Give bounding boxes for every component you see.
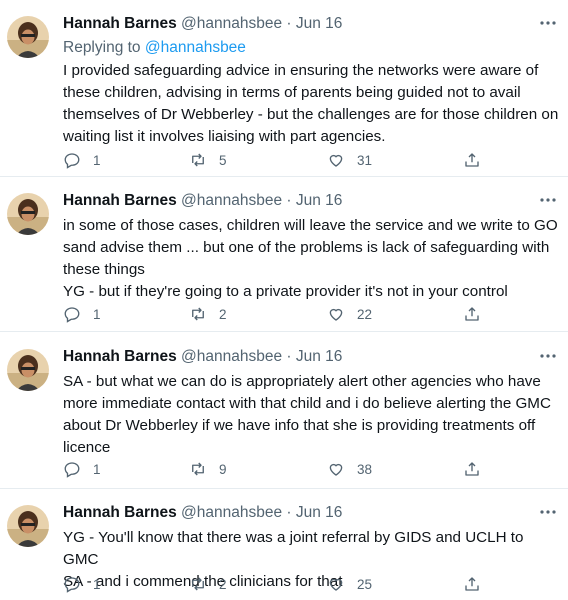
tweet-actions: 1 9 38 <box>63 459 563 479</box>
reply-count: 1 <box>93 576 101 592</box>
retweet-icon <box>192 153 204 167</box>
reply-button[interactable]: 1 <box>63 574 101 594</box>
tweet-actions: 1 5 31 <box>63 150 563 170</box>
reply-count: 1 <box>93 461 101 477</box>
replying-to: Replying to @hannahsbee <box>63 37 246 59</box>
like-count: 25 <box>357 576 373 592</box>
author-meta: @hannahsbee · Jun 16 <box>181 348 343 365</box>
avatar[interactable] <box>7 505 49 547</box>
more-icon[interactable] <box>538 347 558 365</box>
tweet-text: I provided safeguarding advice in ensuri… <box>63 62 559 145</box>
tweet-header: Hannah Barnes @hannahsbee · Jun 16 <box>63 346 342 368</box>
avatar[interactable] <box>7 349 49 391</box>
retweet-button[interactable]: 2 <box>189 574 227 594</box>
like-button[interactable]: 38 <box>327 459 372 479</box>
avatar[interactable] <box>7 193 49 235</box>
retweet-count: 9 <box>219 461 227 477</box>
reply-icon <box>64 462 80 478</box>
more-icon[interactable] <box>538 191 558 209</box>
reply-button[interactable]: 1 <box>63 150 101 170</box>
author-name[interactable]: Hannah Barnes <box>63 348 177 365</box>
share-icon <box>465 307 479 321</box>
reply-icon <box>64 153 80 169</box>
tweet-actions: 1 2 22 <box>63 304 563 324</box>
author-meta: @hannahsbee · Jun 16 <box>181 192 343 209</box>
like-button[interactable]: 22 <box>327 304 372 324</box>
like-count: 31 <box>357 152 373 168</box>
reply-count: 1 <box>93 306 101 322</box>
reply-icon <box>64 577 80 593</box>
tweet-thread: Hannah Barnes @hannahsbee · Jun 16 Reply… <box>0 0 568 600</box>
share-icon <box>465 462 479 476</box>
more-icon[interactable] <box>538 14 558 32</box>
share-button[interactable] <box>463 574 493 594</box>
like-button[interactable]: 31 <box>327 150 372 170</box>
tweet-header: Hannah Barnes @hannahsbee · Jun 16 <box>63 13 342 35</box>
avatar[interactable] <box>7 16 49 58</box>
tweet[interactable]: Hannah Barnes @hannahsbee · Jun 16 Reply… <box>0 0 568 175</box>
author-name[interactable]: Hannah Barnes <box>63 504 177 521</box>
tweet[interactable]: Hannah Barnes @hannahsbee · Jun 16 YG - … <box>0 489 568 600</box>
tweet-text: in some of those cases, children will le… <box>63 217 558 300</box>
replying-to-handle[interactable]: @hannahsbee <box>145 39 246 56</box>
author-name[interactable]: Hannah Barnes <box>63 15 177 32</box>
tweet-text: SA - but what we can do is appropriately… <box>63 373 551 456</box>
reply-button[interactable]: 1 <box>63 459 101 479</box>
more-icon[interactable] <box>538 503 558 521</box>
retweet-icon <box>192 577 204 591</box>
share-button[interactable] <box>463 304 493 324</box>
reply-icon <box>64 307 80 323</box>
like-button[interactable]: 25 <box>327 574 372 594</box>
retweet-icon <box>192 462 204 476</box>
like-icon <box>329 154 343 167</box>
replying-to-label: Replying to <box>63 39 145 56</box>
tweet-actions: 1 2 25 <box>63 574 563 594</box>
retweet-button[interactable]: 9 <box>189 459 227 479</box>
like-count: 38 <box>357 461 373 477</box>
like-icon <box>329 578 343 591</box>
author-meta: @hannahsbee · Jun 16 <box>181 504 343 521</box>
retweet-count: 2 <box>219 306 227 322</box>
share-icon <box>465 153 479 167</box>
retweet-button[interactable]: 5 <box>189 150 227 170</box>
share-button[interactable] <box>463 459 493 479</box>
author-name[interactable]: Hannah Barnes <box>63 192 177 209</box>
like-count: 22 <box>357 306 373 322</box>
retweet-count: 5 <box>219 152 227 168</box>
like-icon <box>329 308 343 321</box>
tweet-divider <box>0 331 568 332</box>
retweet-button[interactable]: 2 <box>189 304 227 324</box>
share-icon <box>465 577 479 591</box>
tweet[interactable]: Hannah Barnes @hannahsbee · Jun 16 in so… <box>0 177 568 331</box>
like-icon <box>329 463 343 476</box>
tweet-header: Hannah Barnes @hannahsbee · Jun 16 <box>63 502 342 524</box>
retweet-count: 2 <box>219 576 227 592</box>
retweet-icon <box>192 307 204 321</box>
reply-button[interactable]: 1 <box>63 304 101 324</box>
reply-count: 1 <box>93 152 101 168</box>
author-meta: @hannahsbee · Jun 16 <box>181 15 343 32</box>
tweet-header: Hannah Barnes @hannahsbee · Jun 16 <box>63 190 342 212</box>
tweet[interactable]: Hannah Barnes @hannahsbee · Jun 16 SA - … <box>0 333 568 488</box>
share-button[interactable] <box>463 150 493 170</box>
